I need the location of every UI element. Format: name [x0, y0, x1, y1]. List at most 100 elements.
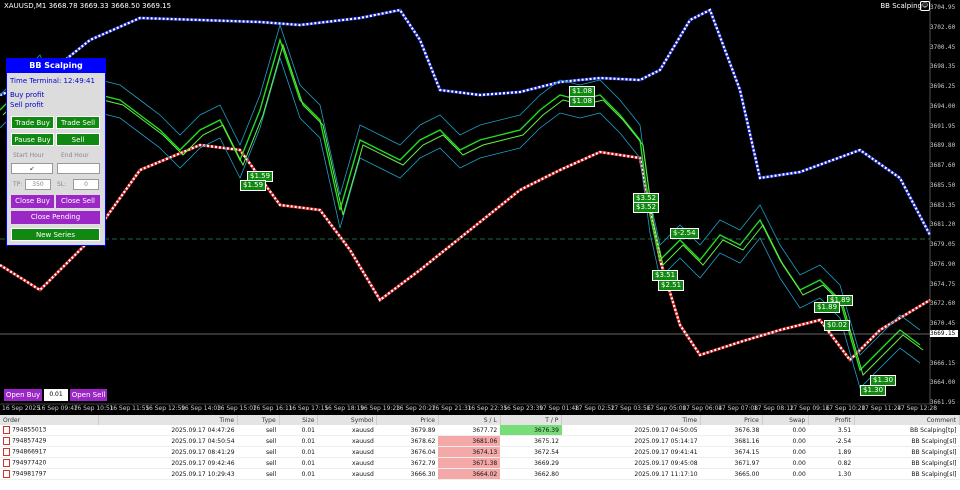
order-cell: 794857429 — [0, 435, 99, 447]
price-chart[interactable] — [0, 0, 960, 415]
sl-field[interactable]: 0 — [73, 179, 99, 190]
table-row[interactable]: 794855013 2025.09.17 04:47:26 sell 0.01 xauu… — [0, 425, 960, 436]
order-number: 794866917 — [12, 448, 47, 456]
start-hour-field[interactable]: ↙ — [11, 163, 53, 174]
comment-cell: BB Scalping[sl] — [854, 457, 960, 469]
price-tick-label: 3679.05 — [930, 241, 956, 248]
trade-buy-button[interactable]: Trade Buy — [11, 116, 54, 129]
trade-result-tag: $1.08 — [569, 96, 596, 107]
price-tick-label: 3702.60 — [930, 23, 956, 31]
order-number: 794977420 — [12, 459, 47, 467]
swap-cell: 0.00 — [762, 446, 809, 458]
trade-result-tag: $1.30 — [860, 385, 887, 396]
price-tick-label: 3685.50 — [930, 181, 956, 189]
column-header[interactable]: Size — [279, 415, 319, 425]
bb-scalping-panel: BB Scalping Time Terminal: 12:49:41 Buy … — [6, 58, 106, 246]
price-tick-label: 3700.45 — [930, 43, 956, 51]
trade-result-tag: $0.02 — [824, 320, 851, 331]
column-header[interactable]: Time — [561, 415, 702, 425]
trade-result-tag: $-2.54 — [670, 228, 699, 239]
order-number: 794857429 — [12, 437, 47, 445]
table-row[interactable]: 794866917 2025.09.17 08:41:29 sell 0.01 xauu… — [0, 446, 960, 458]
type-cell: sell — [237, 446, 280, 458]
order-icon — [3, 459, 10, 467]
time-tick-label: 16 Sep 15:07 — [216, 405, 257, 412]
price-tick-label: 3694.00 — [930, 102, 956, 110]
price-cell: 3679.89 — [376, 425, 439, 436]
comment-cell: BB Scalping[tp] — [854, 425, 960, 436]
table-row[interactable]: 794981797 2025.09.17 10:29:43 sell 0.01 xauu… — [0, 468, 960, 480]
trade-result-tag: $3.52 — [633, 202, 660, 213]
tp-cell: 3672.54 — [500, 446, 562, 458]
order-icon — [3, 437, 10, 445]
table-row[interactable]: 794857429 2025.09.17 04:50:54 sell 0.01 xauu… — [0, 435, 960, 447]
column-header[interactable]: S / L — [438, 415, 501, 425]
sl-cell: 3674.13 — [438, 446, 501, 458]
price-tick-label: 3670.45 — [930, 320, 956, 327]
open-sell-button[interactable]: Open Sell — [70, 389, 107, 401]
symbol-cell: xauusd — [317, 457, 377, 469]
price-tick-label: 3689.80 — [930, 142, 956, 150]
column-header[interactable]: T / P — [500, 415, 563, 425]
close-buy-button[interactable]: Close Buy — [11, 195, 54, 208]
column-header[interactable]: Comment — [854, 415, 960, 425]
order-icon — [3, 470, 10, 478]
comment-cell: BB Scalping[sl] — [854, 435, 960, 447]
sell-profit-label: Sell profit — [10, 101, 44, 109]
time-tick-label: 16 Sep 10:51 — [73, 405, 114, 412]
pause-buy-button[interactable]: Pause Buy — [11, 133, 54, 146]
profit-cell: -2.54 — [808, 435, 855, 447]
start-hour-label: Start Hour — [13, 152, 45, 159]
order-icon — [3, 448, 10, 456]
trade-sell-button[interactable]: Trade Sell — [56, 116, 100, 129]
size-cell: 0.01 — [279, 468, 318, 480]
order-cell: 794981797 — [0, 468, 99, 480]
pause-sell-button[interactable]: Sell — [56, 133, 100, 146]
price-tick-label: 3683.35 — [930, 201, 956, 209]
column-header[interactable]: Price — [700, 415, 763, 425]
new-series-button[interactable]: New Series — [11, 228, 100, 241]
ea-name-label: BB Scalping — [880, 2, 922, 10]
end-hour-field[interactable] — [57, 163, 100, 174]
sl-cell: 3664.02 — [438, 468, 501, 480]
swap-cell: 0.00 — [762, 425, 809, 436]
time-tick-label: 16 Sep 2025 — [2, 405, 41, 412]
column-header[interactable]: Swap — [762, 415, 810, 425]
panel-title[interactable]: BB Scalping — [7, 59, 105, 73]
table-row[interactable]: 794977420 2025.09.17 09:42:46 sell 0.01 xauu… — [0, 457, 960, 469]
close-time-cell: 2025.09.17 05:14:17 — [561, 435, 701, 447]
column-header[interactable]: Symbol — [317, 415, 378, 425]
price-cell: 3666.30 — [376, 468, 439, 480]
time-tick-label: 16 Sep 23:39 — [503, 405, 544, 412]
column-header[interactable]: Type — [237, 415, 280, 425]
close-time-cell: 2025.09.17 09:41:41 — [561, 446, 701, 458]
column-header[interactable]: Time — [98, 415, 239, 425]
tp-cell: 3669.29 — [500, 457, 562, 469]
close-pending-button[interactable]: Close Pending — [11, 211, 100, 224]
size-cell: 0.01 — [279, 457, 318, 469]
time-terminal-label: Time Terminal: 12:49:41 — [10, 77, 95, 85]
price-cell: 3678.62 — [376, 435, 439, 447]
time-tick-label: 16 Sep 22:35 — [467, 405, 508, 412]
time-tick-label: 17 Sep 06:04 — [682, 405, 723, 412]
tp-cell: 3675.12 — [500, 435, 562, 447]
time-cell: 2025.09.17 04:47:26 — [98, 425, 238, 436]
swap-cell: 0.00 — [762, 468, 809, 480]
lot-size-input[interactable]: 0.01 — [44, 389, 68, 401]
time-tick-label: 16 Sep 17:15 — [288, 405, 329, 412]
comment-cell: BB Scalping[sl] — [854, 468, 960, 480]
order-icon — [3, 426, 10, 434]
price-tick-label: 3672.60 — [930, 300, 956, 308]
column-header[interactable]: Profit — [808, 415, 855, 425]
time-tick-label: 17 Sep 02:52 — [574, 405, 615, 412]
column-header[interactable]: Order — [0, 415, 100, 425]
tp-field[interactable]: 350 — [25, 179, 51, 190]
smiley-icon[interactable]: ☺ — [920, 1, 930, 11]
time-tick-label: 17 Sep 12:28 — [897, 405, 938, 412]
symbol-cell: xauusd — [317, 435, 377, 447]
open-buy-button[interactable]: Open Buy — [4, 389, 42, 401]
profit-cell: 1.89 — [808, 446, 855, 458]
column-header[interactable]: Price — [376, 415, 439, 425]
close-sell-button[interactable]: Close Sell — [56, 195, 100, 208]
size-cell: 0.01 — [279, 446, 318, 458]
